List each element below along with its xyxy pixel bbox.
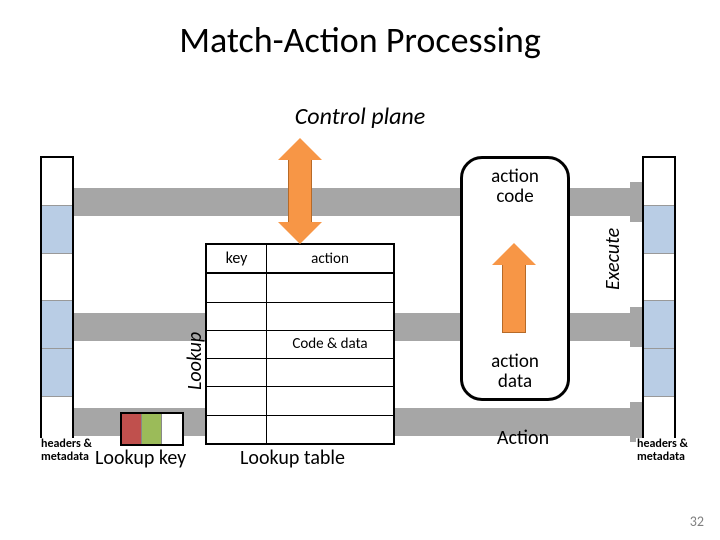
action-code-label: action code: [491, 167, 539, 207]
control-plane-label: Control plane: [0, 102, 720, 131]
orange-arrow-down-icon: [278, 222, 322, 244]
lookup-axis-label: Lookup: [183, 310, 207, 390]
orange-arrow-up-icon: [278, 138, 322, 160]
page-title: Match-Action Processing: [0, 18, 720, 62]
orange-arrow-up-action-icon: [492, 243, 536, 265]
action-data-label: action data: [491, 352, 539, 392]
orange-arrow-body-action: [502, 263, 526, 333]
action-label: Action: [488, 426, 558, 450]
lookup-table-caption: Lookup table: [240, 446, 345, 470]
lookup-table-action-header: action: [267, 245, 393, 272]
left-headers-metadata-label: headers & metadata: [40, 438, 93, 464]
right-headers-stack-pos: [642, 156, 676, 446]
execute-axis-label: Execute: [601, 200, 625, 290]
orange-arrow-body-top: [288, 156, 312, 226]
diagram-stage: key action Code & data action code actio…: [40, 138, 690, 478]
lookup-key-stack: [120, 412, 184, 446]
right-headers-stack: [40, 156, 74, 446]
lookup-table-code-data: Code & data: [267, 331, 393, 358]
right-headers-metadata-label: headers & metadata: [636, 438, 689, 464]
page-number: 32: [690, 513, 704, 530]
lookup-key-caption: Lookup key: [95, 446, 186, 470]
lookup-table-key-header: key: [207, 245, 267, 272]
lookup-table: key action Code & data: [205, 243, 395, 445]
